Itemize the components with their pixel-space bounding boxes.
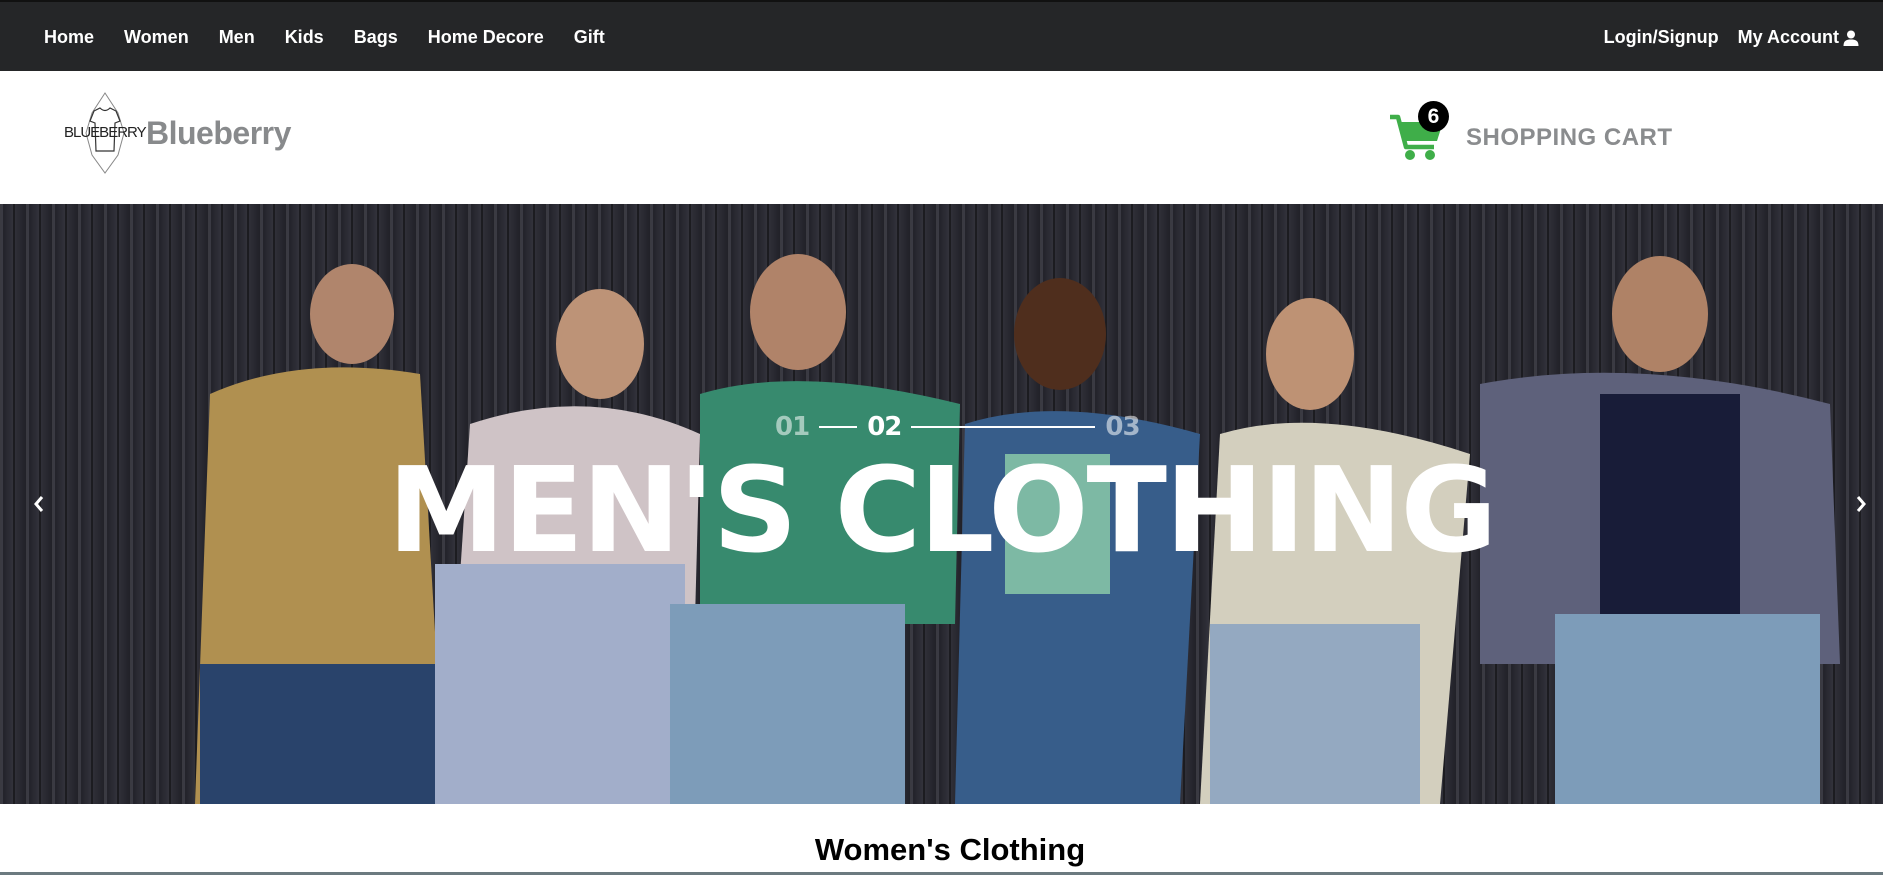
logo-name: Blueberry — [146, 114, 291, 151]
nav-item-home[interactable]: Home — [44, 27, 94, 48]
user-icon — [1843, 30, 1859, 46]
my-account-label: My Account — [1737, 27, 1839, 47]
main-nav: Home Women Men Kids Bags Home Decore Gif… — [44, 2, 635, 73]
nav-item-bags[interactable]: Bags — [354, 27, 398, 48]
pager-item-01[interactable]: 01 — [775, 412, 810, 442]
nav-item-gift[interactable]: Gift — [574, 27, 605, 48]
top-nav-bar: Home Women Men Kids Bags Home Decore Gif… — [0, 0, 1883, 71]
logo-tag: BLUEBERRY — [64, 124, 147, 141]
cart-icon-wrapper: 6 — [1388, 101, 1449, 163]
login-signup-link[interactable]: Login/Signup — [1604, 27, 1719, 48]
login-signup-label: Login/Signup — [1603, 27, 1719, 47]
account-links: Login/Signup My Account — [1585, 2, 1859, 73]
logo-mark: BLUEBERRY — [64, 91, 147, 175]
nav-item-women[interactable]: Women — [124, 27, 189, 48]
slide-pager: 01 02 03 — [775, 410, 1141, 444]
shopping-cart[interactable]: 6 SHOPPING CART — [1388, 93, 1688, 173]
cart-count-badge: 6 — [1418, 101, 1449, 132]
nav-item-home-decore[interactable]: Home Decore — [428, 27, 544, 48]
hero-slider: 01 02 03 MEN'S CLOTHING — [0, 204, 1883, 804]
pager-item-02[interactable]: 02 — [867, 412, 902, 442]
site-header: BLUEBERRY Blueberry 6 SHOPPING CART — [0, 71, 1883, 204]
section-title: Women's Clothing — [814, 832, 1086, 867]
hero-headline: MEN'S CLOTHING — [387, 441, 1498, 579]
nav-item-kids[interactable]: Kids — [285, 27, 324, 48]
pager-progress-line — [911, 426, 1096, 428]
site-logo[interactable]: BLUEBERRY Blueberry — [64, 91, 291, 175]
pager-divider — [819, 426, 858, 428]
nav-item-men[interactable]: Men — [219, 27, 255, 48]
my-account-link[interactable]: My Account — [1738, 27, 1859, 48]
pager-item-03[interactable]: 03 — [1105, 412, 1140, 442]
cart-label: SHOPPING CART — [1466, 124, 1673, 151]
